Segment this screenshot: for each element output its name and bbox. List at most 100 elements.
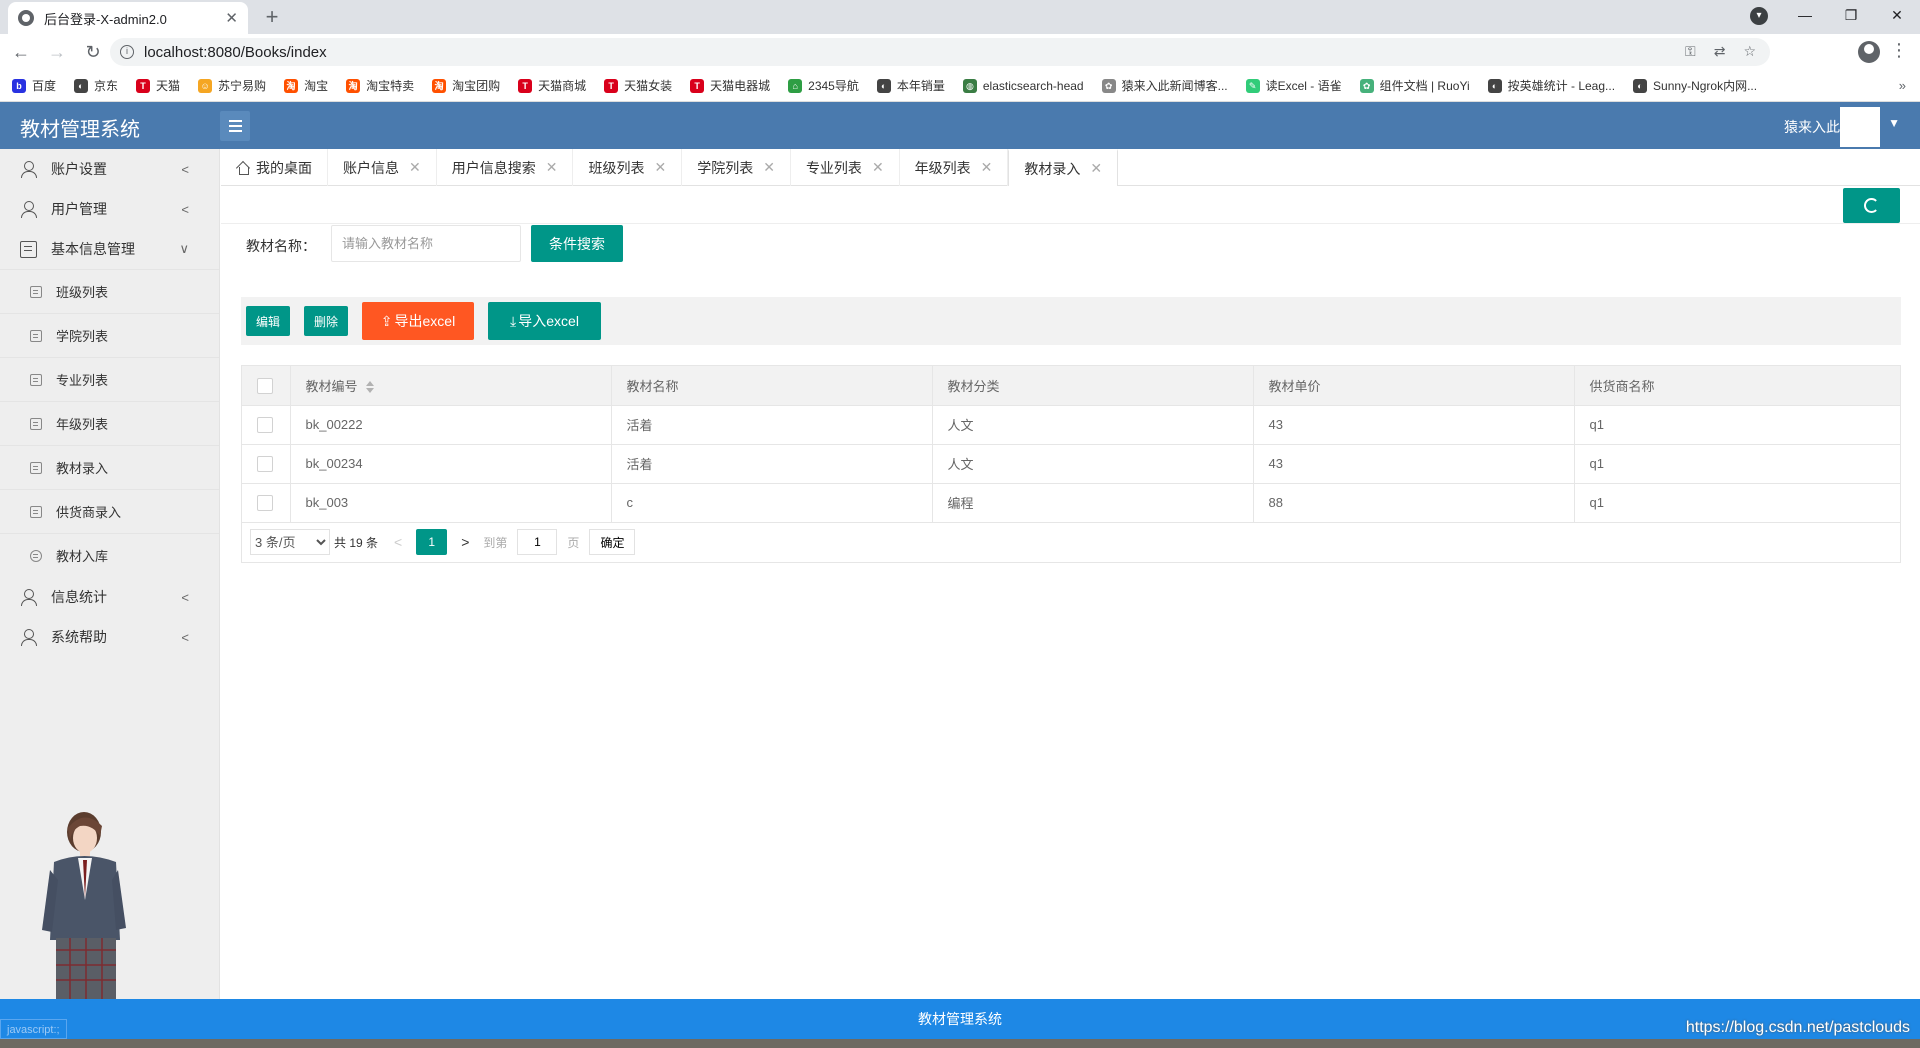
close-tab-icon[interactable]: ✕ xyxy=(763,159,775,176)
close-tab-icon[interactable]: ✕ xyxy=(225,9,238,27)
username[interactable]: 猿来入此 xyxy=(1784,117,1840,137)
bookmark-item[interactable]: 淘淘宝团购 xyxy=(432,77,500,94)
url-bar[interactable]: i localhost:8080/Books/index ⚿ ⇄ ☆ xyxy=(110,38,1770,66)
row-checkbox[interactable] xyxy=(257,494,273,511)
bookmark-item[interactable]: ◐ 按英雄统计 - Leag... xyxy=(1487,77,1615,94)
bookmark-item[interactable]: ☺ 苏宁易购 xyxy=(198,77,266,94)
sort-icon[interactable] xyxy=(365,381,374,394)
export-excel-button[interactable]: ⇪ 导出excel xyxy=(362,302,474,340)
sidebar-item-user-management[interactable]: 用户管理 < xyxy=(0,189,219,229)
edit-button[interactable]: 编辑 xyxy=(246,306,290,336)
back-button[interactable]: ← xyxy=(6,42,36,63)
bookmark-item[interactable]: ⌂ 2345导航 xyxy=(788,77,859,94)
reload-button[interactable]: ↻ xyxy=(78,42,108,63)
page-number-input[interactable] xyxy=(517,529,558,555)
bookmark-item[interactable]: T 天猫 xyxy=(136,77,180,94)
page-tabs: 我的桌面 账户信息 ✕ 用户信息搜索 ✕ 班级列表 ✕ 学院列表 ✕ 专业列表 ✕ 年级列表 ✕ 教材录入… xyxy=(221,149,1920,187)
translate-icon[interactable]: ⇄ xyxy=(1714,43,1726,60)
bookmark-item[interactable]: 淘淘宝 xyxy=(284,77,328,94)
bookmark-item[interactable]: ✿ 组件文档 | RuoYi xyxy=(1359,77,1470,94)
table-row[interactable]: bk_003 c 编程 88 q1 xyxy=(242,483,1900,523)
bookmark-favicon-icon: T xyxy=(690,78,705,93)
profile-icon[interactable] xyxy=(1858,41,1880,63)
sidebar-subitem-grade-list[interactable]: 年级列表 xyxy=(0,401,219,445)
page-tab[interactable]: 账户信息 ✕ xyxy=(328,149,437,186)
delete-button[interactable]: 删除 xyxy=(304,306,348,336)
bookmark-item[interactable]: ◐ Sunny-Ngrok内网... xyxy=(1633,77,1757,94)
bookmark-item[interactable]: T 天猫电器城 xyxy=(690,77,770,94)
avatar[interactable] xyxy=(1840,107,1880,147)
page-tab[interactable]: 专业列表 ✕ xyxy=(791,149,900,186)
document-icon xyxy=(30,505,42,518)
bookmark-item[interactable]: ◐ 京东 xyxy=(74,77,118,94)
star-icon[interactable]: ☆ xyxy=(1743,43,1756,60)
dropdown-arrow-icon[interactable]: ▼ xyxy=(1888,116,1900,130)
close-tab-icon[interactable]: ✕ xyxy=(872,159,884,176)
table-cell: q1 xyxy=(1574,405,1900,445)
close-window-button[interactable]: ✕ xyxy=(1874,0,1920,30)
refresh-button[interactable] xyxy=(1843,188,1900,223)
sidebar-subitem-supplier-entry[interactable]: 供货商录入 xyxy=(0,489,219,533)
chevron-left-icon: < xyxy=(181,589,189,605)
sidebar-subitem-college-list[interactable]: 学院列表 xyxy=(0,313,219,357)
page-tab[interactable]: 年级列表 ✕ xyxy=(900,149,1009,186)
sidebar-item-account-settings[interactable]: 账户设置 < xyxy=(0,149,219,189)
prev-page-icon[interactable]: < xyxy=(394,534,402,550)
more-bookmarks-icon[interactable]: » xyxy=(1899,78,1906,93)
table-row[interactable]: bk_00222 活着 人文 43 q1 xyxy=(242,405,1900,445)
bookmark-item[interactable]: ✎ 读Excel - 语雀 xyxy=(1245,77,1342,94)
bookmark-item[interactable]: ◐ 本年销量 xyxy=(876,77,945,94)
table-cell: 活着 xyxy=(611,444,933,484)
confirm-page-button[interactable]: 确定 xyxy=(589,529,636,555)
row-checkbox[interactable] xyxy=(257,416,273,433)
bookmark-item[interactable]: 淘淘宝特卖 xyxy=(346,77,414,94)
key-icon[interactable]: ⚿ xyxy=(1685,43,1696,60)
row-checkbox[interactable] xyxy=(257,455,273,472)
page-tab[interactable]: 学院列表 ✕ xyxy=(682,149,791,186)
sidebar-subitem-class-list[interactable]: 班级列表 xyxy=(0,269,219,313)
mascot-character-image[interactable] xyxy=(40,810,135,1000)
table-row[interactable]: bk_00234 活着 人文 43 q1 xyxy=(242,444,1900,484)
sidebar-subitem-major-list[interactable]: 专业列表 xyxy=(0,357,219,401)
new-tab-button[interactable]: + xyxy=(258,3,286,31)
page-tab[interactable]: 我的桌面 xyxy=(221,149,328,186)
page-unit-label: 页 xyxy=(567,535,580,550)
close-tab-icon[interactable]: ✕ xyxy=(1090,160,1102,177)
sidebar-item-help[interactable]: 系统帮助 < xyxy=(0,617,219,657)
next-page-icon[interactable]: > xyxy=(461,534,469,550)
sidebar-subitem-book-stock[interactable]: 教材入库 xyxy=(0,533,219,577)
bookmark-item[interactable]: T 天猫商城 xyxy=(518,77,586,94)
bookmark-item[interactable]: ◍ elasticsearch-head xyxy=(962,78,1084,93)
sidebar-item-basic-info[interactable]: 基本信息管理 ∨ xyxy=(0,229,219,269)
select-all-checkbox[interactable] xyxy=(257,377,273,394)
search-button[interactable]: 条件搜索 xyxy=(531,225,623,262)
page-tab[interactable]: 班级列表 ✕ xyxy=(573,149,683,186)
close-tab-icon[interactable]: ✕ xyxy=(981,159,993,176)
app-logo[interactable]: 教材管理系统 xyxy=(20,113,140,142)
bookmark-item[interactable]: T 天猫女装 xyxy=(604,77,672,94)
bookmark-item[interactable]: b 百度 xyxy=(12,77,56,94)
book-name-search-input[interactable] xyxy=(331,225,521,262)
sidebar-subitem-book-entry[interactable]: 教材录入 xyxy=(0,445,219,489)
bookmark-item[interactable]: ✿ 猿来入此新闻博客... xyxy=(1101,77,1228,94)
sidebar-item-statistics[interactable]: 信息统计 < xyxy=(0,577,219,617)
tab-search-icon[interactable]: ▾ xyxy=(1750,7,1768,25)
browser-tab[interactable]: 后台登录-X-admin2.0 ✕ xyxy=(8,2,248,34)
close-tab-icon[interactable]: ✕ xyxy=(654,159,666,176)
info-icon[interactable]: i xyxy=(120,45,134,59)
page-tab[interactable]: 教材录入 ✕ xyxy=(1008,149,1119,187)
forward-button[interactable]: → xyxy=(42,42,72,63)
import-excel-button[interactable]: ⤓ 导入excel xyxy=(488,302,601,340)
column-header-price: 教材单价 xyxy=(1253,366,1575,406)
page-size-select[interactable]: 3 条/页 xyxy=(250,529,330,555)
minimize-button[interactable]: — xyxy=(1782,0,1828,30)
column-header-book-id[interactable]: 教材编号 xyxy=(290,366,612,406)
close-tab-icon[interactable]: ✕ xyxy=(409,159,421,176)
menu-icon[interactable]: ⋮ xyxy=(1890,40,1908,61)
page-tab[interactable]: 用户信息搜索 ✕ xyxy=(437,149,574,186)
menu-toggle-button[interactable] xyxy=(220,111,250,141)
current-page[interactable]: 1 xyxy=(416,529,448,555)
bookmark-label: 天猫 xyxy=(156,79,181,93)
close-tab-icon[interactable]: ✕ xyxy=(546,159,558,176)
restore-button[interactable]: ❐ xyxy=(1828,0,1874,30)
